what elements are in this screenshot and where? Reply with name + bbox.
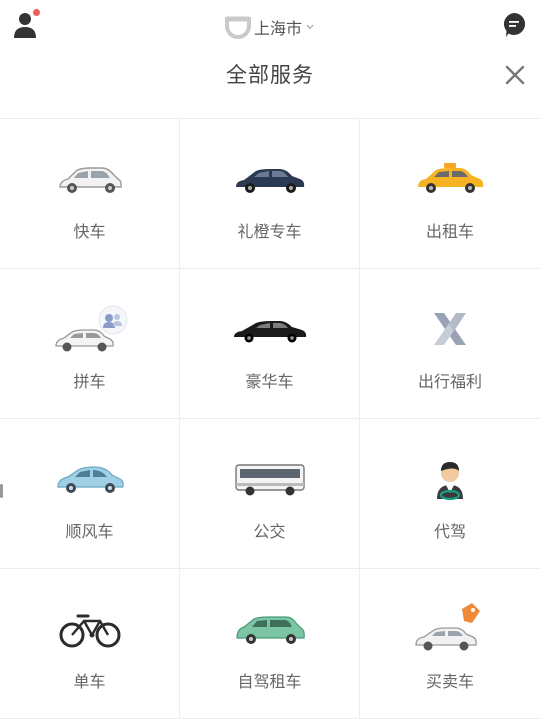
service-hitch[interactable]: 顺风车: [0, 419, 180, 569]
close-button[interactable]: [502, 62, 528, 88]
page-header: 全部服务: [0, 52, 540, 119]
service-label: 快车: [73, 222, 106, 241]
top-bar: 上海市: [0, 0, 540, 52]
benefits-icon: [434, 313, 466, 345]
service-label: 豪华车: [245, 372, 294, 391]
chevron-down-icon: [306, 24, 314, 30]
service-express[interactable]: 快车: [0, 119, 180, 269]
service-car-rental[interactable]: 自驾租车: [180, 569, 360, 719]
hitch-car-icon: [56, 466, 124, 493]
service-premier[interactable]: 礼橙专车: [180, 119, 360, 269]
service-label: 顺风车: [65, 522, 114, 541]
service-label: 礼橙专车: [237, 222, 302, 241]
service-label: 公交: [253, 522, 286, 541]
page-title: 全部服务: [226, 63, 314, 87]
didi-logo-icon: [225, 16, 251, 39]
service-label: 出行福利: [417, 372, 482, 391]
designated-driver-icon: [437, 462, 463, 501]
message-icon: [503, 12, 526, 37]
services-grid: 快车 礼橙专车 出租车 拼车 豪华车 出行福利 顺风车 公交 代驾 单车 自驾租…: [0, 119, 540, 719]
service-label: 代驾: [433, 522, 466, 541]
service-label: 出租车: [425, 222, 474, 241]
scroll-edge-indicator: [0, 484, 3, 498]
carpool-icon: [54, 305, 127, 352]
service-label: 拼车: [73, 372, 106, 391]
premier-car-icon: [235, 169, 304, 193]
notification-dot: [33, 9, 40, 16]
service-benefits[interactable]: 出行福利: [360, 269, 540, 419]
bicycle-icon: [59, 614, 120, 648]
bus-icon: [234, 464, 305, 496]
luxury-car-icon: [233, 321, 306, 343]
car-trade-icon: [415, 603, 480, 651]
service-label: 单车: [73, 672, 106, 691]
service-car-trade[interactable]: 买卖车: [360, 569, 540, 719]
car-icon: [58, 167, 122, 193]
service-designated-driver[interactable]: 代驾: [360, 419, 540, 569]
taxi-icon: [418, 163, 484, 193]
city-name: 上海市: [254, 19, 303, 38]
service-label: 自驾租车: [237, 672, 302, 691]
service-carpool[interactable]: 拼车: [0, 269, 180, 419]
close-icon: [505, 65, 525, 85]
city-selector[interactable]: 上海市: [224, 14, 314, 40]
car-rental-icon: [235, 616, 305, 644]
service-taxi[interactable]: 出租车: [360, 119, 540, 269]
service-bike[interactable]: 单车: [0, 569, 180, 719]
service-bus[interactable]: 公交: [180, 419, 360, 569]
message-button[interactable]: [502, 12, 526, 38]
service-label: 买卖车: [425, 672, 474, 691]
service-luxury[interactable]: 豪华车: [180, 269, 360, 419]
